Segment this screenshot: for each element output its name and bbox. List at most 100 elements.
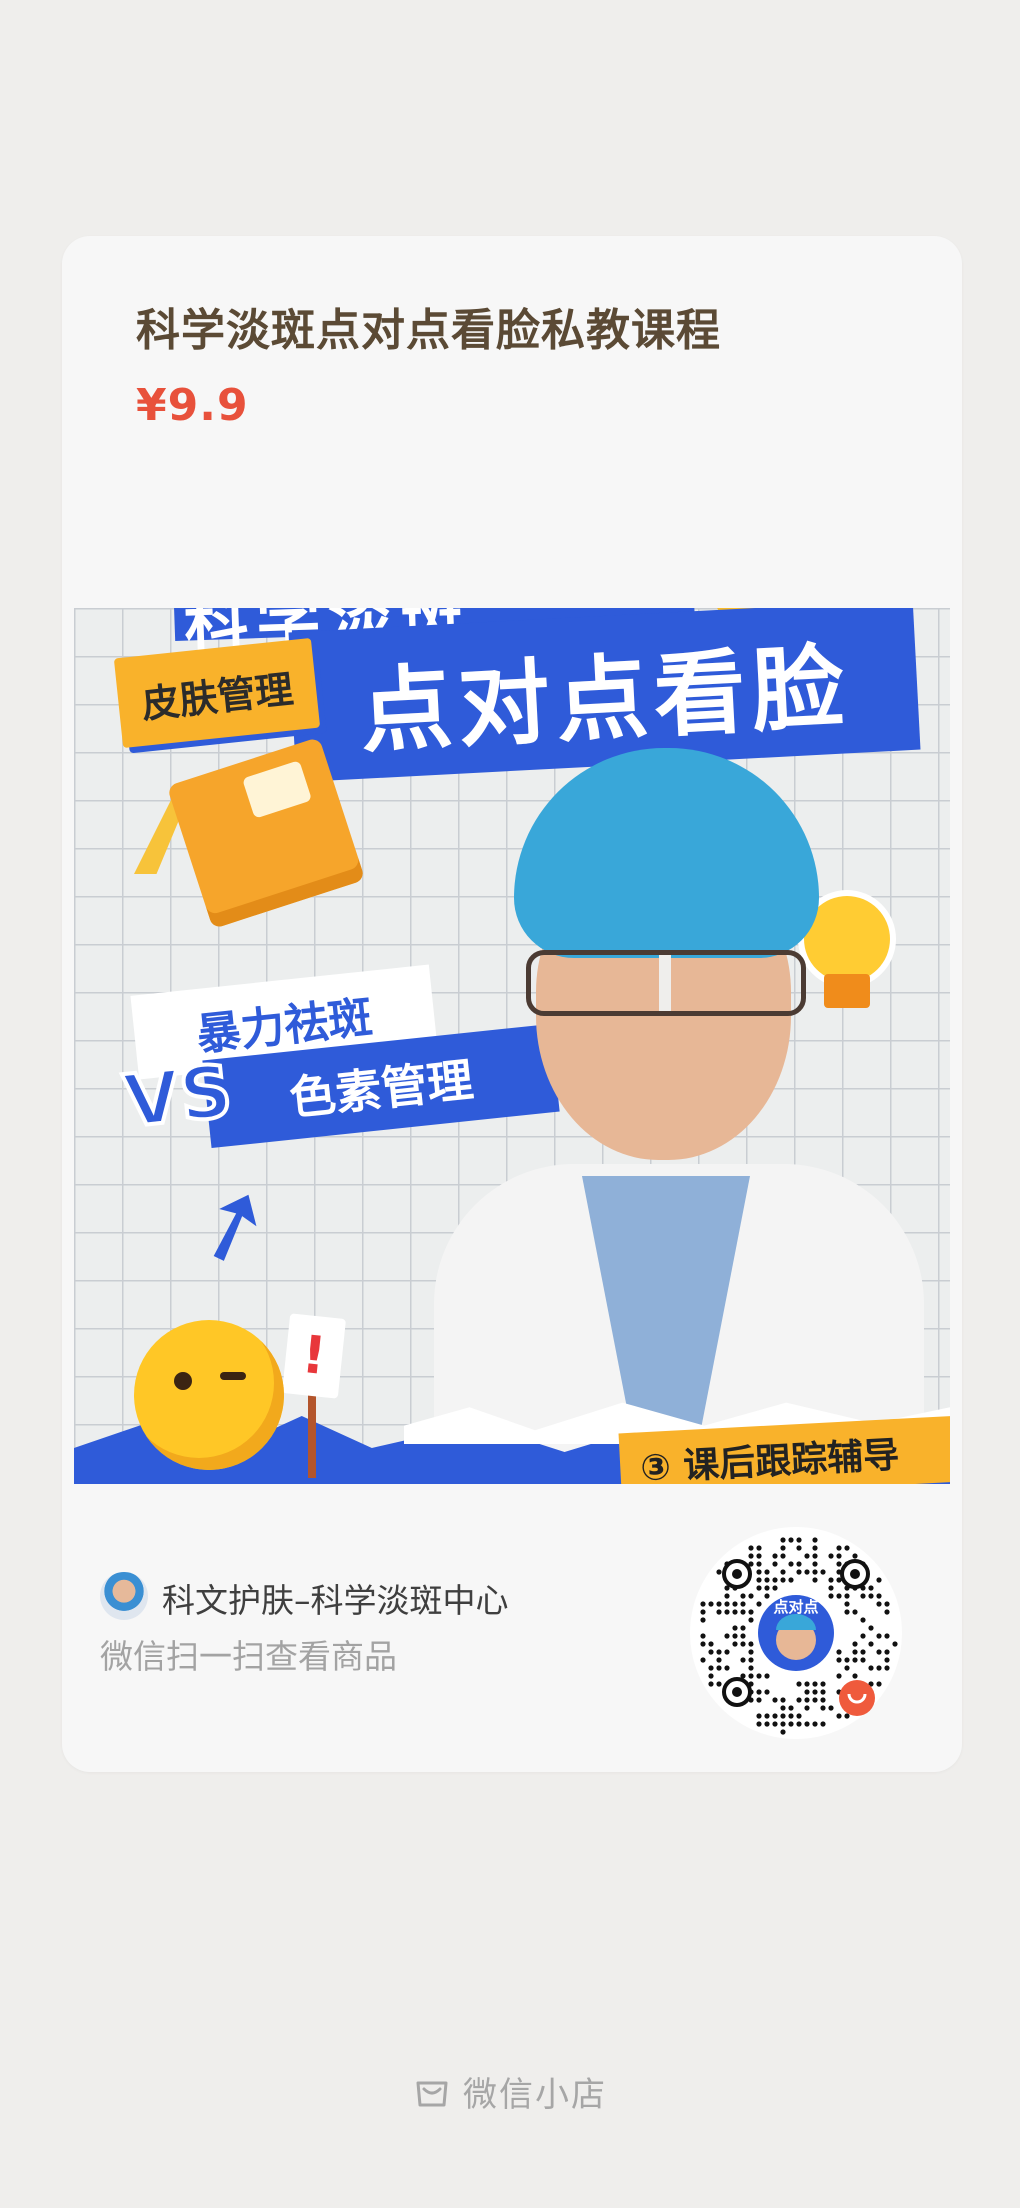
qr-dot — [716, 1569, 722, 1575]
qr-dot — [884, 1633, 890, 1639]
qr-dot — [740, 1657, 746, 1663]
qr-dot — [724, 1601, 730, 1607]
qr-dot — [708, 1673, 714, 1679]
qr-shop-badge-icon — [839, 1680, 875, 1716]
qr-dot — [820, 1681, 826, 1687]
qr-dot — [732, 1609, 738, 1615]
qr-dot — [756, 1569, 762, 1575]
qr-dot — [740, 1633, 746, 1639]
qr-dot — [852, 1553, 858, 1559]
product-price: ¥9.9 — [136, 380, 249, 431]
poster-main-banner-text: 点对点看脸 — [357, 632, 853, 766]
qr-dot — [756, 1713, 762, 1719]
qr-dot — [708, 1681, 714, 1687]
qr-dot — [884, 1665, 890, 1671]
qr-dot — [780, 1697, 786, 1703]
qr-dot — [844, 1601, 850, 1607]
qr-dot — [836, 1545, 842, 1551]
qr-code[interactable]: 点对点 — [685, 1522, 907, 1744]
qr-dot — [812, 1697, 818, 1703]
qr-dot — [812, 1577, 818, 1583]
qr-dot — [756, 1601, 762, 1607]
qr-dot — [764, 1721, 770, 1727]
qr-dot — [780, 1713, 786, 1719]
qr-dot — [876, 1601, 882, 1607]
qr-dot — [700, 1609, 706, 1615]
qr-dot — [836, 1713, 842, 1719]
qr-dot — [708, 1641, 714, 1647]
curly-arrow-icon: ➚ — [175, 1157, 290, 1291]
qr-dot — [796, 1713, 802, 1719]
qr-dot — [700, 1601, 706, 1607]
qr-finder-dot — [732, 1569, 742, 1579]
qr-dot — [812, 1569, 818, 1575]
qr-dot — [884, 1601, 890, 1607]
qr-dot — [868, 1625, 874, 1631]
qr-finder-dot — [732, 1687, 742, 1697]
qr-dot — [748, 1673, 754, 1679]
qr-dot — [852, 1641, 858, 1647]
qr-dot — [756, 1721, 762, 1727]
qr-dot — [868, 1593, 874, 1599]
qr-dot — [828, 1577, 834, 1583]
qr-dot — [788, 1561, 794, 1567]
qr-dot — [836, 1657, 842, 1663]
qr-dot — [748, 1617, 754, 1623]
footer-brand: 微信小店 — [0, 2068, 1020, 2115]
scan-tip-text: 微信扫一扫查看商品 — [100, 1637, 397, 1676]
qr-dot — [700, 1641, 706, 1647]
qr-dot — [748, 1657, 754, 1663]
qr-dot — [780, 1553, 786, 1559]
qr-dot — [780, 1705, 786, 1711]
qr-dot — [764, 1569, 770, 1575]
qr-dot — [860, 1633, 866, 1639]
qr-dot — [860, 1617, 866, 1623]
qr-dot — [788, 1537, 794, 1543]
qr-dot — [836, 1673, 842, 1679]
qr-dot — [868, 1641, 874, 1647]
qr-dot — [828, 1553, 834, 1559]
qr-dot — [700, 1633, 706, 1639]
qr-dot — [860, 1649, 866, 1655]
qr-dot — [780, 1577, 786, 1583]
qr-dot — [732, 1601, 738, 1607]
qr-dot — [780, 1729, 786, 1735]
qr-center-text: 点对点 — [773, 1598, 818, 1616]
poster-vs-mark: VS — [118, 1047, 238, 1146]
qr-dot — [764, 1689, 770, 1695]
qr-dot — [812, 1721, 818, 1727]
qr-dot — [748, 1553, 754, 1559]
qr-dot — [772, 1553, 778, 1559]
qr-dot — [868, 1665, 874, 1671]
product-poster-image[interactable]: 科学淡斑 点对点看脸 皮肤管理 暴力祛斑 色素管理 VS ➚ ③ 课后跟踪辅导 — [74, 608, 950, 1484]
qr-dot — [756, 1561, 762, 1567]
qr-dot — [796, 1537, 802, 1543]
qr-dot — [772, 1577, 778, 1583]
qr-dot — [820, 1697, 826, 1703]
qr-dot — [732, 1625, 738, 1631]
qr-dot — [804, 1681, 810, 1687]
qr-dot — [876, 1593, 882, 1599]
qr-dot — [820, 1569, 826, 1575]
poster-tag-text: 皮肤管理 — [139, 666, 296, 727]
qr-dot — [748, 1609, 754, 1615]
qr-dot — [748, 1665, 754, 1671]
qr-dot — [764, 1713, 770, 1719]
qr-dot — [876, 1681, 882, 1687]
qr-dot — [812, 1689, 818, 1695]
qr-dot — [884, 1657, 890, 1663]
qr-dot — [852, 1657, 858, 1663]
qr-dot — [836, 1553, 842, 1559]
qr-dot — [716, 1681, 722, 1687]
lightbulb-base — [824, 974, 870, 1008]
qr-dot — [804, 1689, 810, 1695]
qr-dot — [756, 1553, 762, 1559]
qr-dot — [796, 1697, 802, 1703]
qr-dot — [724, 1593, 730, 1599]
qr-dot — [732, 1633, 738, 1639]
qr-dot — [772, 1585, 778, 1591]
qr-finder-dot — [850, 1569, 860, 1579]
qr-dot — [716, 1601, 722, 1607]
product-share-card: 科学淡斑点对点看脸私教课程 ¥9.9 科学淡斑 点对点看脸 皮肤管理 暴力祛斑 … — [62, 236, 962, 1772]
qr-dot — [836, 1649, 842, 1655]
